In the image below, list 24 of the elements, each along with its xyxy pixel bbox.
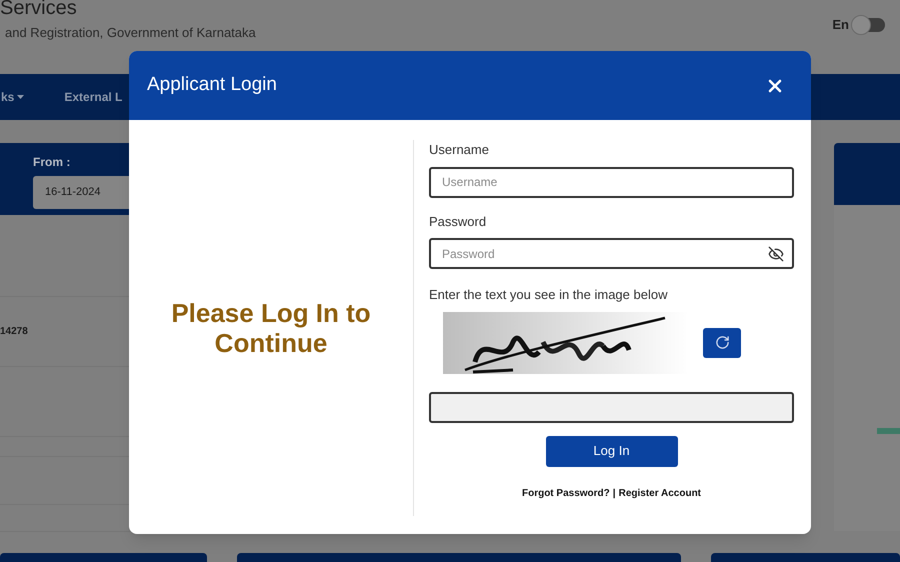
nav-link[interactable]: ks xyxy=(1,88,24,106)
captcha-field[interactable] xyxy=(429,392,794,422)
forgot-password-link[interactable]: Forgot Password? xyxy=(522,486,610,500)
link-separator: | xyxy=(612,486,616,500)
dialog-title: Applicant Login xyxy=(147,73,277,98)
refresh-icon xyxy=(714,335,730,350)
nav-link[interactable]: External L xyxy=(64,88,122,106)
password-label: Password xyxy=(429,212,488,230)
captcha-prompt: Enter the text you see in the image below xyxy=(429,286,668,304)
table-cell-text: 14278 xyxy=(0,325,28,339)
register-account-link[interactable]: Register Account xyxy=(618,486,702,500)
date-field[interactable]: 16-11-2024 xyxy=(33,176,130,209)
login-button[interactable]: Log In xyxy=(546,436,678,466)
username-label: Username xyxy=(429,141,490,159)
site-subtitle: and Registration, Government of Karnataka xyxy=(5,24,256,42)
username-field[interactable]: Username xyxy=(429,166,794,198)
caret-icon xyxy=(17,95,24,99)
password-field[interactable]: Password xyxy=(429,238,794,269)
refresh-captcha-button[interactable] xyxy=(703,328,741,358)
eye-off-icon[interactable] xyxy=(768,246,784,262)
from-label: From : xyxy=(33,154,72,171)
login-message: Please Log In to Continue xyxy=(170,298,372,358)
language-label: En xyxy=(832,16,849,34)
language-toggle[interactable] xyxy=(853,18,885,32)
